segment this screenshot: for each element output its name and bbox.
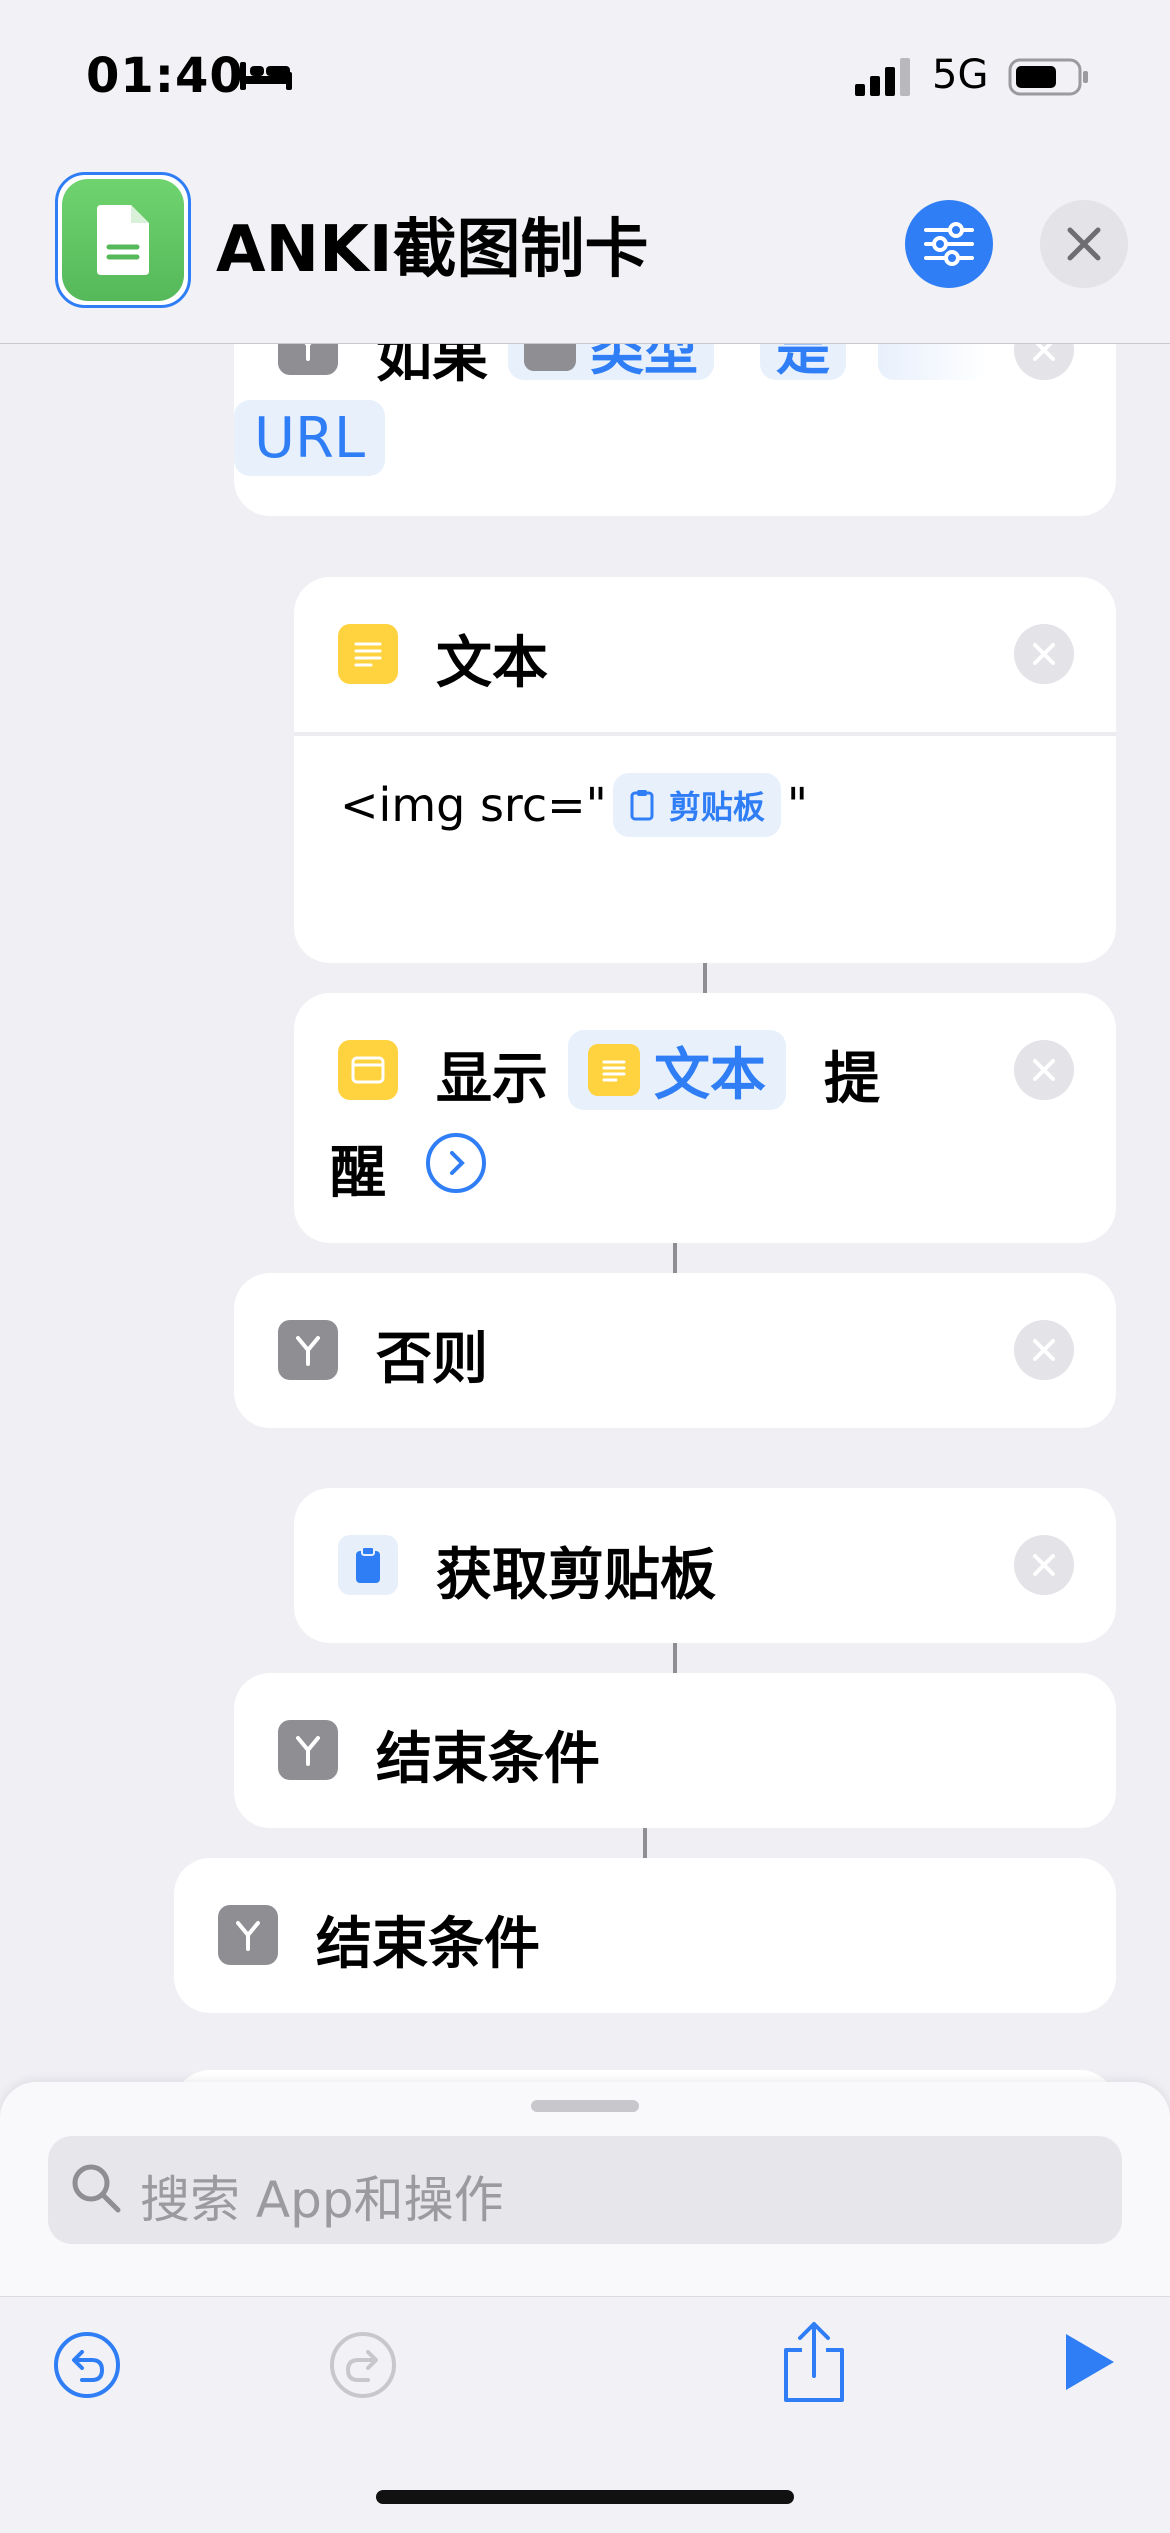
clipboard-variable-label: 剪贴板 (668, 788, 765, 826)
end-if-outer-label: 结束条件 (316, 1912, 540, 1977)
search-icon (68, 2160, 124, 2220)
remove-otherwise-button[interactable] (1014, 1320, 1074, 1380)
text-content-suffix: " (786, 778, 809, 832)
connector-line (643, 1828, 647, 1858)
clipboard-icon (338, 1535, 398, 1595)
branch-icon (218, 1905, 278, 1965)
end-if-inner-label: 结束条件 (376, 1727, 600, 1792)
if-url-value[interactable]: URL (234, 400, 386, 476)
text-icon (338, 624, 398, 684)
otherwise-action-card[interactable] (234, 1273, 1116, 1428)
connector-line (703, 963, 707, 993)
remove-get-clipboard-button[interactable] (1014, 1535, 1074, 1595)
alert-window-icon (338, 1040, 398, 1100)
branch-icon (278, 1720, 338, 1780)
text-variable-label: 文本 (654, 1042, 766, 1108)
text-content-field[interactable]: <img src=" 剪贴板 " (340, 770, 808, 840)
status-time: 01:40 (86, 48, 244, 104)
shortcut-title[interactable]: ANKI截图制卡 (216, 198, 649, 290)
connector-line (673, 1643, 677, 1673)
get-clipboard-label: 获取剪贴板 (436, 1543, 716, 1608)
branch-icon (278, 1320, 338, 1380)
share-icon[interactable] (776, 2318, 852, 2408)
sleep-bed-icon (238, 58, 294, 92)
network-type: 5G (932, 52, 989, 98)
connector-line (673, 1243, 677, 1273)
expand-chevron-icon[interactable] (426, 1133, 486, 1193)
undo-icon[interactable] (52, 2330, 122, 2404)
run-play-icon[interactable] (1062, 2330, 1118, 2398)
text-content-prefix: <img src=" (340, 778, 607, 832)
if-url-value-label: URL (254, 405, 366, 471)
remove-text-action-button[interactable] (1014, 624, 1074, 684)
sheet-grabber[interactable] (531, 2100, 639, 2112)
text-token-icon (588, 1044, 640, 1096)
document-icon[interactable] (62, 179, 184, 301)
redo-icon[interactable] (328, 2330, 398, 2404)
close-icon[interactable] (1040, 200, 1128, 288)
text-card-divider (294, 732, 1116, 736)
text-action-label: 文本 (436, 631, 548, 696)
clipboard-icon (630, 790, 654, 821)
battery-icon (1008, 58, 1090, 96)
show-alert-label-3: 醒 (330, 1141, 386, 1206)
cellular-signal-icon (855, 56, 913, 98)
remove-alert-action-button[interactable] (1014, 1040, 1074, 1100)
home-indicator (376, 2490, 794, 2504)
otherwise-label: 否则 (376, 1327, 488, 1392)
show-label: 显示 (436, 1047, 548, 1112)
end-if-inner-card[interactable] (234, 1673, 1116, 1828)
settings-sliders-button[interactable] (905, 200, 993, 288)
clipboard-variable-token[interactable]: 剪贴板 (612, 773, 781, 837)
show-alert-label-2: 提 (824, 1047, 880, 1112)
text-variable-token[interactable]: 文本 (568, 1030, 786, 1110)
search-placeholder: 搜索 App和操作 (140, 2171, 504, 2229)
